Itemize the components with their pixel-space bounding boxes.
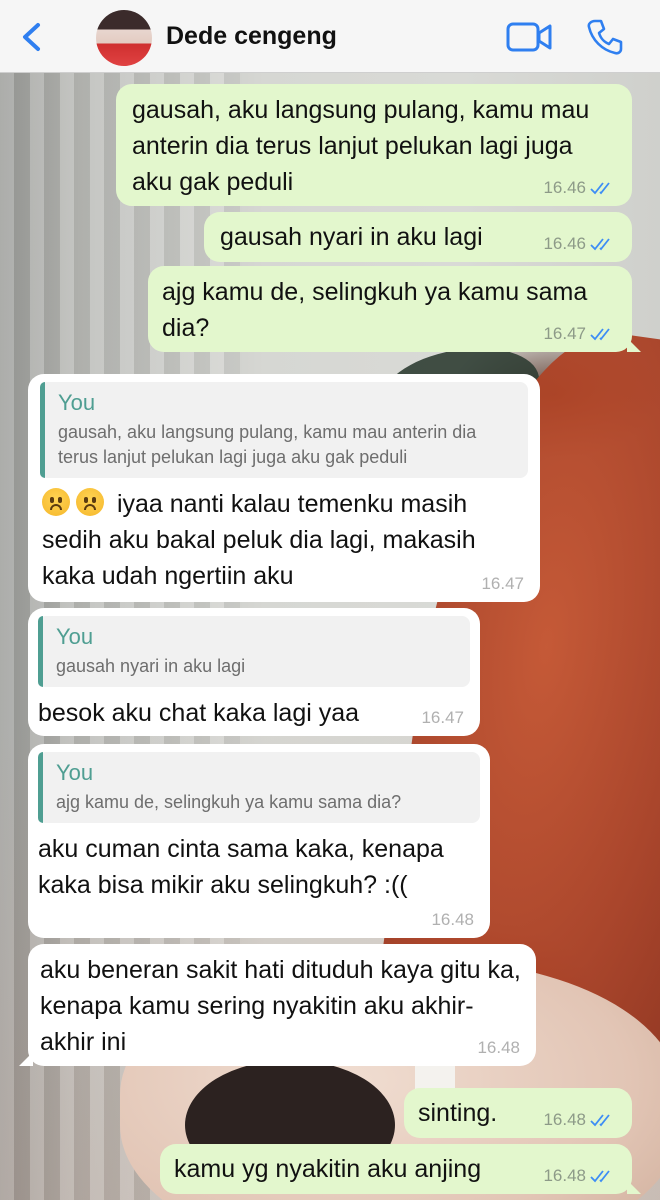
message-bubble-incoming[interactable]: You gausah nyari in aku lagi besok aku c… bbox=[28, 608, 480, 736]
read-receipt-icon bbox=[590, 238, 610, 251]
message-time: 16.48 bbox=[477, 1038, 520, 1057]
message-time: 16.46 bbox=[543, 178, 586, 197]
contact-name[interactable]: Dede cengeng bbox=[166, 22, 337, 51]
frowning-face-emoji-icon bbox=[76, 488, 104, 516]
message-time: 16.47 bbox=[481, 574, 524, 593]
message-bubble-incoming[interactable]: You ajg kamu de, selingkuh ya kamu sama … bbox=[28, 744, 490, 938]
read-receipt-icon bbox=[590, 328, 610, 341]
message-bubble-outgoing[interactable]: ajg kamu de, selingkuh ya kamu sama dia?… bbox=[148, 266, 641, 352]
message-text: aku cuman cinta sama kaka, kenapa kaka b… bbox=[38, 835, 444, 899]
quoted-sender: You bbox=[56, 760, 94, 785]
bubble-tail bbox=[627, 338, 641, 352]
message-meta: 16.47 bbox=[543, 324, 616, 344]
quoted-message[interactable]: You ajg kamu de, selingkuh ya kamu sama … bbox=[38, 752, 480, 823]
message-time: 16.48 bbox=[543, 1166, 586, 1185]
message-text-wrapper: iyaa nanti kalau temenku masih sedih aku… bbox=[40, 486, 528, 594]
quoted-message[interactable]: You gausah, aku langsung pulang, kamu ma… bbox=[40, 382, 528, 478]
message-text: aku beneran sakit hati dituduh kaya gitu… bbox=[40, 956, 521, 1056]
message-meta: 16.46 bbox=[543, 178, 616, 198]
quoted-sender: You bbox=[56, 624, 94, 649]
bubble-tail bbox=[627, 1180, 641, 1194]
contact-avatar[interactable] bbox=[96, 10, 152, 66]
message-meta: 16.47 bbox=[481, 574, 524, 594]
message-meta: 16.48 bbox=[477, 1038, 520, 1058]
message-bubble-outgoing[interactable]: kamu yg nyakitin aku anjing 16.48 bbox=[160, 1144, 641, 1194]
read-receipt-icon bbox=[590, 1170, 610, 1183]
chat-screen: Dede cengeng gausah, aku langsung pulang… bbox=[0, 0, 660, 1200]
video-call-icon[interactable] bbox=[506, 20, 552, 54]
message-bubble-incoming[interactable]: You gausah, aku langsung pulang, kamu ma… bbox=[28, 374, 540, 602]
quoted-sender: You bbox=[58, 390, 96, 415]
message-time: 16.48 bbox=[431, 910, 474, 929]
message-text: iyaa nanti kalau temenku masih sedih aku… bbox=[42, 490, 476, 590]
message-bubble-outgoing[interactable]: gausah nyari in aku lagi 16.46 bbox=[204, 212, 632, 262]
message-bubble-outgoing[interactable]: sinting. 16.48 bbox=[404, 1088, 632, 1138]
message-meta: 16.48 bbox=[543, 1166, 616, 1186]
phone-call-icon[interactable] bbox=[586, 18, 624, 56]
message-meta: 16.48 bbox=[431, 910, 474, 930]
chat-header: Dede cengeng bbox=[0, 0, 660, 73]
message-bubble-incoming[interactable]: aku beneran sakit hati dituduh kaya gitu… bbox=[19, 944, 536, 1066]
quoted-text: gausah, aku langsung pulang, kamu mau an… bbox=[58, 422, 477, 467]
message-time: 16.48 bbox=[543, 1110, 586, 1129]
message-meta: 16.48 bbox=[543, 1110, 616, 1130]
message-time: 16.47 bbox=[421, 708, 464, 727]
frowning-face-emoji-icon bbox=[42, 488, 70, 516]
quoted-message[interactable]: You gausah nyari in aku lagi bbox=[38, 616, 470, 687]
quoted-text: ajg kamu de, selingkuh ya kamu sama dia? bbox=[56, 792, 402, 812]
bubble-tail bbox=[19, 1052, 33, 1066]
message-bubble-outgoing[interactable]: gausah, aku langsung pulang, kamu mau an… bbox=[116, 84, 632, 206]
message-meta: 16.47 bbox=[421, 708, 464, 728]
message-meta: 16.46 bbox=[543, 234, 616, 254]
message-text: besok aku chat kaka lagi yaa bbox=[38, 699, 360, 727]
back-chevron-icon[interactable] bbox=[16, 20, 50, 54]
message-time: 16.47 bbox=[543, 324, 586, 343]
message-time: 16.46 bbox=[543, 234, 586, 253]
quoted-text: gausah nyari in aku lagi bbox=[56, 656, 246, 676]
read-receipt-icon bbox=[590, 182, 610, 195]
read-receipt-icon bbox=[590, 1114, 610, 1127]
